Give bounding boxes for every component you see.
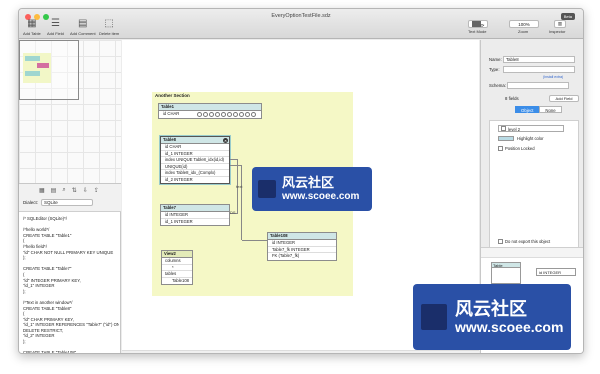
section-title: Another Section (155, 93, 190, 98)
minimap[interactable] (19, 40, 121, 184)
relation-line[interactable] (230, 165, 242, 240)
sql-toolbar: ▦ ▤ ⌕ ⇅ ⇩ ⇪ Dialect: SQLite (19, 184, 121, 212)
table1-header: Table1 (159, 104, 261, 111)
delete-item-button[interactable]: ⬚ Delete item (99, 18, 119, 37)
table8-header: Table8 × (161, 137, 229, 144)
dialect-picker: Dialect: SQLite (23, 199, 94, 206)
zoom-select[interactable]: 100% (509, 20, 539, 28)
search-icon[interactable]: ⌕ (62, 187, 65, 194)
type-label: Type: (489, 67, 500, 72)
sort-icon[interactable]: ⇅ (72, 187, 77, 194)
do-not-export-label: Do not export this object (505, 239, 551, 244)
type-field[interactable] (503, 66, 575, 73)
view2[interactable]: View2 columns * tables Table108 (161, 250, 193, 285)
inspector-icon: ▥ (557, 21, 563, 26)
add-comment-button[interactable]: ▤ Add Comment (70, 18, 96, 37)
sql-editor[interactable]: /* SQLEditor (SQLite)*/ /*hello world*/ … (23, 216, 119, 353)
add-table-button[interactable]: ▦ Add Table (23, 18, 41, 37)
table108[interactable]: Table108 id INTEGER Table7_fk INTEGER FK… (267, 232, 337, 261)
watermark-url: www.scoee.com (455, 319, 564, 336)
level-checkbox[interactable] (501, 126, 506, 131)
level-select[interactable]: level 2 (498, 125, 564, 132)
delete-icon: ⬚ (104, 18, 114, 29)
dialect-select[interactable]: SQLite (41, 199, 94, 206)
object-library-header (481, 248, 583, 258)
horizontal-scrollbar[interactable] (122, 350, 479, 353)
tab-none[interactable]: None (539, 106, 562, 113)
table108-header: Table108 (268, 233, 336, 240)
watermark-logo (421, 304, 447, 330)
export-icon[interactable]: ⇪ (94, 187, 99, 194)
toolbar: EveryOptionTestFile.sdz ▦ Add Table ☰ Ad… (19, 9, 583, 39)
table-row[interactable]: id_1 INTEGER (161, 219, 229, 226)
table7[interactable]: Table7 id INTEGER id_1 INTEGER (160, 204, 230, 226)
watermark-logo (258, 180, 276, 198)
do-not-export-checkbox[interactable] (498, 239, 503, 244)
left-sidebar: ▦ ▤ ⌕ ⇅ ⇩ ⇪ Dialect: SQLite /* SQLEditor… (19, 40, 121, 353)
minimap-section (23, 53, 51, 83)
watermark: 风云社区 www.scoee.com (413, 284, 571, 350)
add-comment-icon: ▤ (78, 18, 88, 29)
text-mode-toggle[interactable]: ⟳ (468, 20, 488, 28)
add-table-icon: ▦ (27, 18, 37, 29)
schema-label: Schema: (489, 83, 506, 88)
watermark-title: 风云社区 (282, 174, 335, 190)
close-icon[interactable]: × (223, 137, 228, 143)
object-options-panel: level 2 Highlight color Position Locked … (489, 120, 579, 250)
watermark-url: www.scoee.com (282, 190, 360, 202)
relation-line[interactable] (242, 240, 267, 241)
position-locked-label: Position Locked (505, 146, 535, 151)
object-segmented-control: Object None (515, 106, 562, 113)
position-locked-checkbox[interactable] (498, 146, 503, 151)
table8[interactable]: Table8 × id CHAR id_1 INTEGER index UNIQ… (160, 136, 230, 184)
field-option-icons (197, 112, 256, 117)
text-mode-label: Text Mode (468, 29, 487, 34)
edge-label: text (236, 184, 243, 189)
inspector-label: Inspector (549, 29, 566, 34)
diagram-mode-icon (471, 21, 481, 27)
zoom-label: Zoom (518, 29, 529, 34)
add-field-button[interactable]: ☰ Add Field (47, 18, 64, 37)
library-item-field[interactable]: id INTEGER (536, 268, 576, 276)
highlight-color-swatch[interactable] (498, 136, 514, 141)
library-item-table[interactable]: Table (491, 262, 521, 284)
table1[interactable]: Table1 id CHAR (158, 103, 262, 119)
minimap-viewport[interactable] (19, 40, 79, 100)
inspector-button[interactable]: ▥ (554, 20, 566, 28)
beta-badge: Beta (560, 13, 575, 20)
grid-icon[interactable]: ▦ (39, 187, 45, 194)
fields-count: 8 fields (505, 96, 519, 101)
list-icon[interactable]: ▤ (51, 187, 57, 194)
highlight-color-label: Highlight color (517, 136, 544, 141)
watermark-title: 风云社区 (455, 298, 527, 319)
import-icon[interactable]: ⇩ (83, 187, 88, 194)
install-extra-link[interactable]: (Install extra) (543, 75, 563, 79)
tab-object[interactable]: Object (515, 106, 540, 113)
watermark: 风云社区 www.scoee.com (252, 167, 372, 211)
table-row[interactable]: id_2 INTEGER (161, 177, 229, 184)
add-field-inspector-button[interactable]: Add Field (549, 95, 579, 102)
name-field[interactable]: Table8 (503, 56, 575, 63)
table-row[interactable]: FK (Table7_fk) (268, 253, 336, 260)
edge-label: DS (230, 210, 236, 215)
table1-row-id[interactable]: id CHAR (159, 111, 261, 118)
schema-select[interactable] (507, 82, 569, 89)
name-label: Name: (489, 57, 502, 62)
dialect-label: Dialect: (23, 200, 39, 205)
table7-header: Table7 (161, 205, 229, 212)
view-cell: Table108 (172, 277, 189, 283)
view2-header: View2 (162, 251, 192, 258)
add-field-icon: ☰ (50, 18, 60, 29)
